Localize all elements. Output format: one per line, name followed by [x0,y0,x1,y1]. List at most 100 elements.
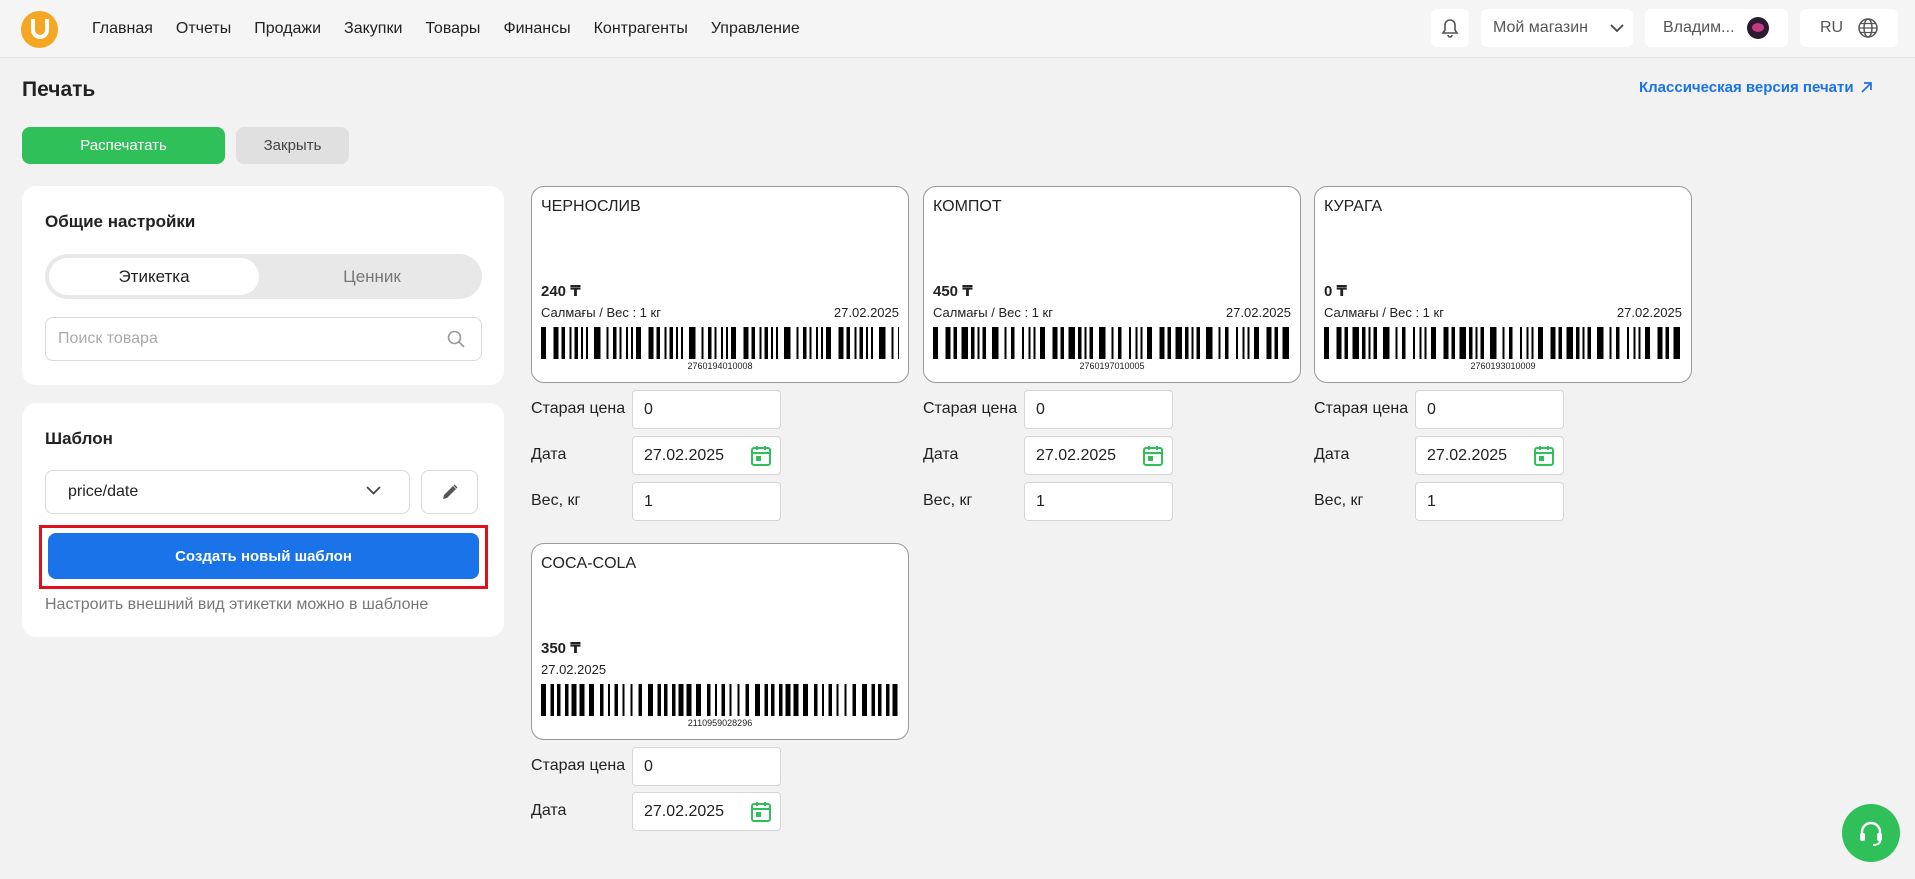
store-selector[interactable]: Мой магазин [1481,9,1633,47]
pencil-icon [442,484,458,499]
headset-icon [1860,821,1882,846]
calendar-icon[interactable] [1533,445,1555,467]
date-input[interactable]: 27.02.2025 [1415,436,1564,475]
barcode-bar [614,684,618,716]
barcode-bar [1068,327,1075,359]
template-select[interactable]: price/date [45,470,410,514]
close-button[interactable]: Закрыть [236,127,349,164]
user-menu[interactable]: Владим... [1645,9,1788,47]
barcode-bar [1526,327,1529,359]
barcode-bar [1242,327,1245,359]
barcode-bar [613,327,617,359]
edit-template-button[interactable] [421,470,478,514]
barcode-bar [844,684,847,716]
app-logo[interactable] [21,11,58,48]
bell-icon [1441,19,1459,38]
general-settings-panel: Общие настройки Этикетка Ценник [22,186,504,385]
barcode-bar [1266,327,1272,359]
barcode-bar [1099,327,1106,359]
barcode-bar [619,327,622,359]
barcode-bar [1175,327,1182,359]
barcode-bar [714,327,717,359]
support-chat-button[interactable] [1842,804,1900,862]
barcode-bar [648,327,654,359]
nav-item-finance[interactable]: Финансы [503,20,570,38]
barcode-bar [1469,327,1473,359]
create-template-button[interactable]: Создать новый шаблон [48,533,479,579]
language-selector[interactable]: RU [1800,9,1898,47]
tab-label[interactable]: Этикетка [49,258,259,295]
calendar-icon[interactable] [1142,445,1164,467]
weight-value: 1 [1036,492,1045,510]
barcode-bar [892,684,898,716]
barcode-bar [1638,327,1641,359]
template-selected-value: price/date [68,483,139,500]
old-price-label: Старая цена [1314,400,1409,417]
weight-input[interactable]: 1 [1024,482,1173,521]
product-price: 240 ₸ [541,283,581,300]
barcode-bar [1480,327,1484,359]
barcode-bar [729,684,732,716]
barcode-bar [751,327,755,359]
weight-label: Вес, кг [923,492,973,509]
barcode-bar [1383,327,1390,359]
old-price-input[interactable]: 0 [1024,390,1173,429]
product-date: 27.02.2025 [1225,305,1291,320]
classic-print-link[interactable]: Классическая версия печати [1639,79,1873,96]
label-card: КУРАГА 0 ₸ Салмағы / Вес : 1 кг 27.02.20… [1314,186,1692,383]
nav-item-products[interactable]: Товары [425,20,480,38]
old-price-input[interactable]: 0 [632,747,781,786]
barcode-bar [579,684,585,716]
barcode-bar [854,327,857,359]
globe-icon [1858,18,1878,38]
calendar-icon[interactable] [750,801,772,823]
barcode-bar [1451,327,1455,359]
search-input[interactable] [46,318,426,360]
barcode-bar [816,327,818,359]
search-icon [447,330,465,348]
classic-print-link-label: Классическая версия печати [1639,79,1854,96]
date-input[interactable]: 27.02.2025 [632,792,781,831]
nav-item-contractors[interactable]: Контрагенты [594,20,688,38]
product-name: КОМПОТ [933,198,1002,215]
date-input[interactable]: 27.02.2025 [632,436,781,475]
date-value: 27.02.2025 [644,802,725,820]
barcode-bar [1089,327,1093,359]
old-price-label: Старая цена [531,400,626,417]
print-type-toggle: Этикетка Ценник [45,254,482,299]
highlight-box: Создать новый шаблон [39,525,488,589]
barcode-bar [953,327,957,359]
barcode-bar [1011,327,1015,359]
barcode-bar [898,327,899,359]
barcode-bar [1225,327,1229,359]
nav-item-home[interactable]: Главная [92,20,153,38]
date-label: Дата [531,446,567,463]
weight-input[interactable]: 1 [632,482,781,521]
barcode-bar [541,327,546,359]
barcode-bar [836,684,839,716]
date-input[interactable]: 27.02.2025 [1024,436,1173,475]
barcode-bar [809,327,812,359]
barcode-bar [886,684,890,716]
barcode-bar [1509,327,1513,359]
nav-item-sales[interactable]: Продажи [254,20,321,38]
barcode-bar [992,327,999,359]
tab-price-tag[interactable]: Ценник [267,258,477,295]
old-price-input[interactable]: 0 [1415,390,1564,429]
nav-item-reports[interactable]: Отчеты [176,20,231,38]
barcode-bar [1431,327,1436,359]
barcode-bar [1475,327,1478,359]
barcode-bar [1459,327,1466,359]
nav-item-management[interactable]: Управление [711,20,800,38]
barcode-bar [569,327,572,359]
barcode-bar [565,684,569,716]
calendar-icon[interactable] [750,445,772,467]
print-button[interactable]: Распечатать [22,127,225,164]
barcode-bar [721,684,725,716]
barcode-bar [828,684,832,716]
weight-input[interactable]: 1 [1415,482,1564,521]
nav-item-purchases[interactable]: Закупки [344,20,402,38]
notifications-button[interactable] [1431,9,1469,47]
old-price-input[interactable]: 0 [632,390,781,429]
barcode-bar [669,327,673,359]
